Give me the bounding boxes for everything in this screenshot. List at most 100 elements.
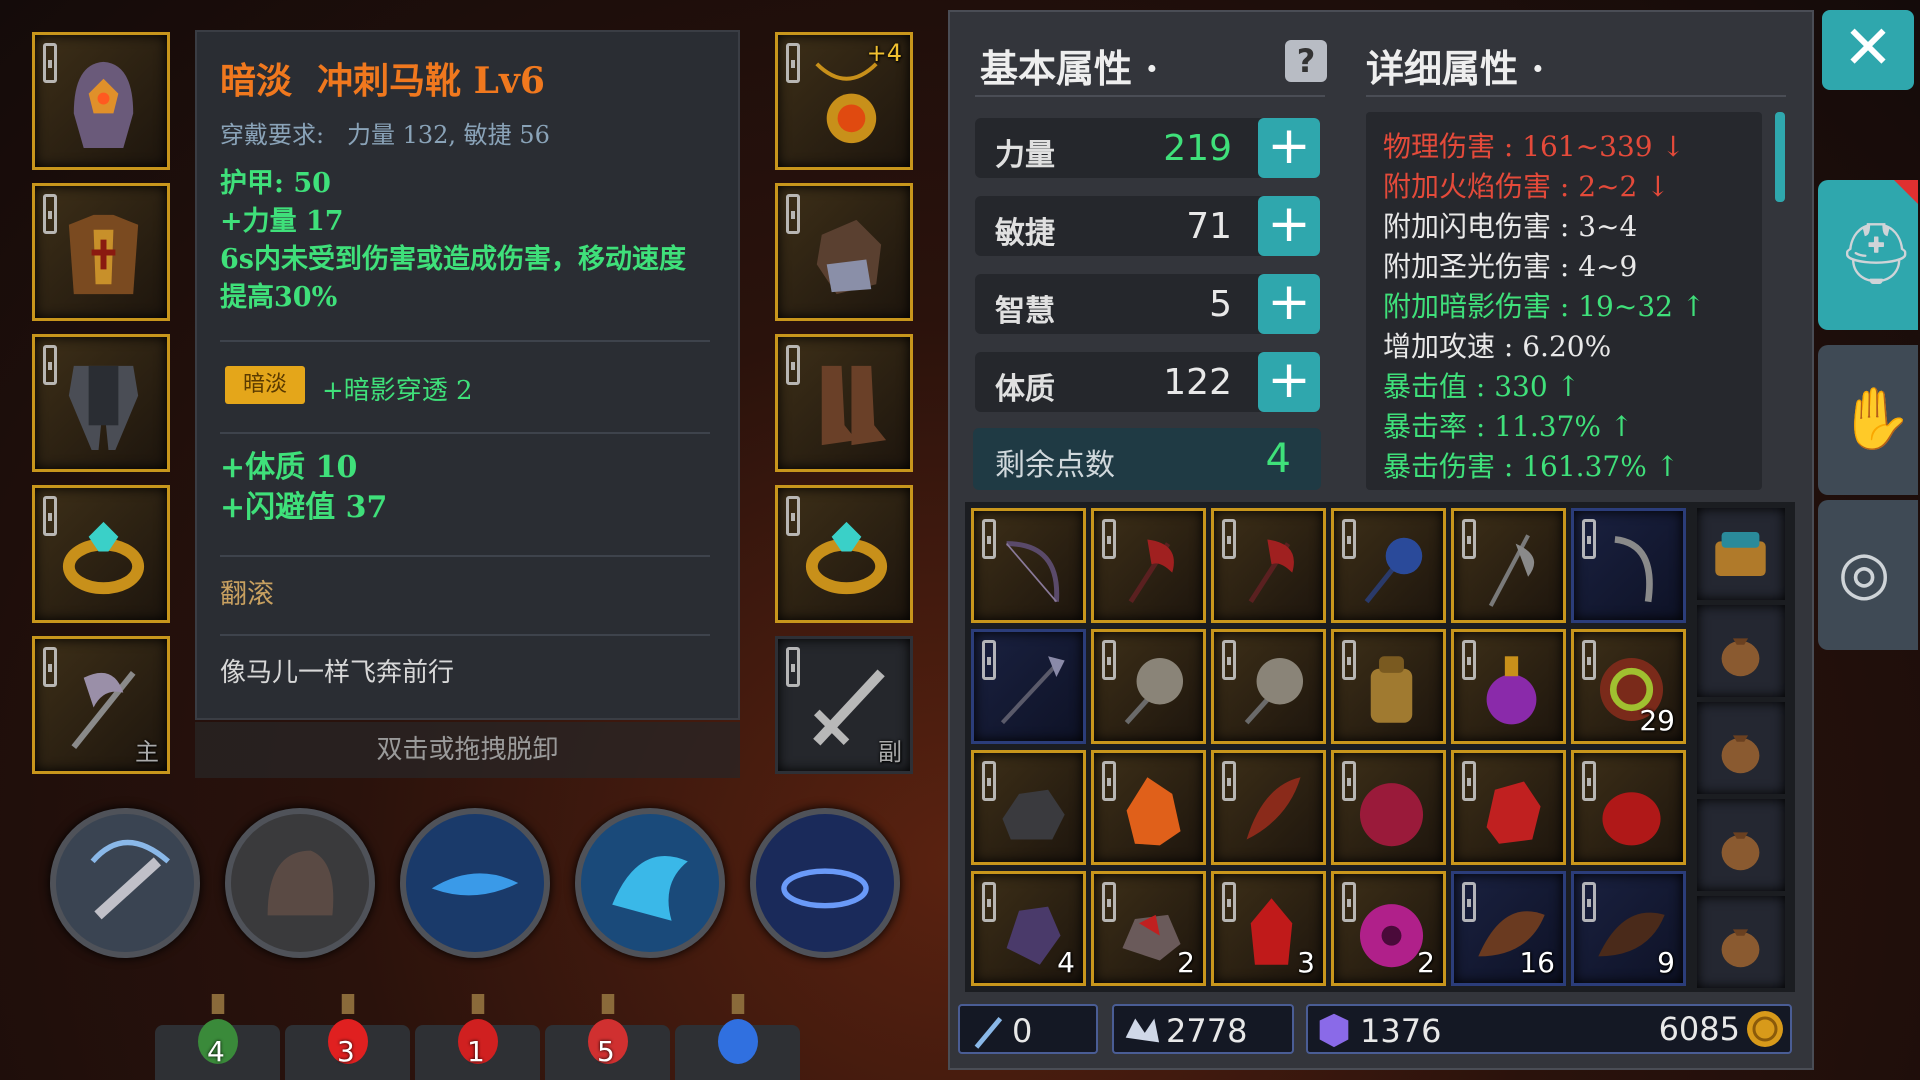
equipment-slot[interactable]	[775, 183, 913, 321]
add-point-button[interactable]: +	[1258, 118, 1320, 178]
red-axe-icon	[1128, 539, 1174, 604]
pouch-icon	[1721, 638, 1760, 677]
skill-button[interactable]	[225, 808, 375, 958]
sword-slash-icon	[90, 839, 170, 920]
equipment-slot[interactable]	[32, 183, 170, 321]
halberd-icon	[1488, 534, 1535, 607]
notification-badge	[1894, 180, 1918, 204]
gloves-icon	[816, 219, 882, 295]
detail-stat: 附加闪电伤害 : 3~4	[1383, 210, 1638, 243]
inventory-slot[interactable]	[1451, 508, 1566, 623]
inventory-slot[interactable]	[1571, 750, 1686, 865]
chest-armor-icon	[68, 214, 139, 295]
add-point-button[interactable]: +	[1258, 352, 1320, 412]
bag-slot[interactable]	[1697, 605, 1785, 697]
side-tab[interactable]: ⛑	[1818, 180, 1918, 330]
inventory-slot[interactable]	[1331, 750, 1446, 865]
inventory-slot[interactable]: 29	[1571, 629, 1686, 744]
currency-crown: 2778	[1112, 1004, 1294, 1054]
potion-slot[interactable]	[675, 994, 800, 1080]
backpack-icon	[1370, 656, 1413, 723]
inventory-slot[interactable]	[971, 508, 1086, 623]
skill-button[interactable]	[750, 808, 900, 958]
help-icon[interactable]: ?	[1285, 40, 1327, 82]
remaining-label: 剩余点数	[995, 448, 1115, 483]
stat-name: 智慧	[995, 294, 1055, 329]
equipment-slot[interactable]	[32, 334, 170, 472]
tag-bonus: +暗影穿透 2	[322, 376, 473, 406]
potion-count: 4	[207, 1035, 225, 1068]
stat-value: 5	[1209, 284, 1232, 325]
item-count: 2	[1417, 946, 1435, 979]
inventory-slot[interactable]	[1331, 508, 1446, 623]
target-tab-icon: ◎	[1838, 538, 1891, 608]
inventory-slot[interactable]	[1091, 629, 1206, 744]
equipment-slot[interactable]	[775, 485, 913, 623]
bag-slot[interactable]	[1697, 896, 1785, 988]
inventory-slot[interactable]	[1211, 750, 1326, 865]
tab-detail-attributes[interactable]: 详细属性 ·	[1366, 38, 1544, 93]
bag-slot[interactable]	[1697, 799, 1785, 891]
item-flavor: 像马儿一样飞奔前行	[220, 658, 455, 688]
pants-icon	[68, 365, 139, 451]
add-point-button[interactable]: +	[1258, 196, 1320, 256]
add-point-button[interactable]: +	[1258, 274, 1320, 334]
inventory-slot[interactable]	[1091, 750, 1206, 865]
pouch-icon	[1721, 929, 1760, 968]
inventory-slot[interactable]	[971, 629, 1086, 744]
bag-slot[interactable]	[1697, 508, 1785, 600]
divider	[220, 555, 710, 557]
inventory-slot[interactable]: 4	[971, 871, 1086, 986]
red-axe-icon	[1248, 539, 1294, 604]
close-button[interactable]: ✕	[1822, 10, 1914, 90]
inventory-slot[interactable]: 3	[1211, 871, 1326, 986]
battle-axe-icon	[1244, 657, 1304, 725]
blue-mace-icon	[1364, 537, 1423, 604]
ring-icon	[62, 521, 145, 595]
detail-stat: 暴击率 : 11.37% ↑	[1383, 410, 1634, 443]
inventory-slot[interactable]	[1451, 750, 1566, 865]
equipment-slot[interactable]	[32, 485, 170, 623]
inventory-slot[interactable]	[1211, 629, 1326, 744]
inventory-slot[interactable]: 2	[1091, 871, 1206, 986]
side-tab[interactable]: ◎	[1818, 500, 1918, 650]
equipment-slot[interactable]: 副	[775, 636, 913, 774]
potion-slot[interactable]: 3	[285, 994, 410, 1080]
bag-slot[interactable]	[1697, 702, 1785, 794]
purple-potion-icon	[1486, 656, 1537, 725]
inventory-slot[interactable]: 16	[1451, 871, 1566, 986]
item-effect: 6s内未受到伤害或造成伤害，移动速度提高30%	[220, 244, 686, 313]
equipment-slot[interactable]: 主	[32, 636, 170, 774]
potion-slot[interactable]: 1	[415, 994, 540, 1080]
slot-badge: +4	[866, 39, 902, 67]
helmet-tab-icon: ⛑	[1838, 219, 1915, 289]
skill-button[interactable]	[50, 808, 200, 958]
skill-button[interactable]	[575, 808, 725, 958]
equipment-slot[interactable]: +4	[775, 32, 913, 170]
equipment-slot[interactable]	[32, 32, 170, 170]
gold-coin-icon	[1747, 1011, 1783, 1047]
item-bonus-stats: +体质 10 +闪避值 37	[220, 448, 387, 528]
tab-basic-attributes[interactable]: 基本属性 ·	[980, 38, 1158, 93]
skill-button[interactable]	[400, 808, 550, 958]
item-requirement: 穿戴要求: 力量 132, 敏捷 56	[220, 115, 550, 150]
potion-count: 3	[337, 1035, 355, 1068]
inventory-slot[interactable]: 9	[1571, 871, 1686, 986]
potion-slot[interactable]: 4	[155, 994, 280, 1080]
side-tab[interactable]: ✋	[1818, 345, 1918, 495]
potion-slot[interactable]: 5	[545, 994, 670, 1080]
inventory-slot[interactable]	[1091, 508, 1206, 623]
item-base-stats: 护甲: 50 +力量 17 6s内未受到伤害或造成伤害，移动速度提高30%	[220, 165, 710, 317]
inventory-slot[interactable]	[1211, 508, 1326, 623]
inventory-slot[interactable]	[971, 750, 1086, 865]
inventory-slot[interactable]	[1571, 508, 1686, 623]
item-count: 3	[1297, 946, 1315, 979]
stat-name: 敏捷	[995, 216, 1055, 251]
currency-trident: 0	[958, 1004, 1098, 1054]
scrollbar[interactable]	[1775, 112, 1785, 202]
equipment-slot[interactable]	[775, 334, 913, 472]
inventory-slot[interactable]: 2	[1331, 871, 1446, 986]
stat-row: 智慧 5 +	[975, 274, 1320, 334]
inventory-slot[interactable]	[1331, 629, 1446, 744]
inventory-slot[interactable]	[1451, 629, 1566, 744]
